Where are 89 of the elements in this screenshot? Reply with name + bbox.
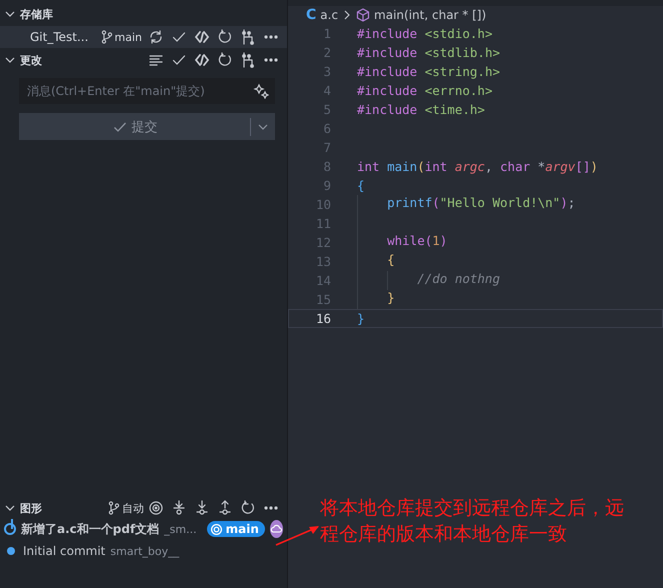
code-arrows-icon[interactable] (194, 52, 210, 68)
graph-tree-icon[interactable] (240, 29, 256, 45)
code-token: } (387, 290, 395, 307)
code-token: ( (424, 233, 432, 250)
code-token: #include (357, 45, 418, 60)
commit-message: 新增了a.c和一个pdf文档 (21, 520, 160, 538)
code-token: ( (432, 195, 440, 212)
code-token: int (357, 159, 381, 174)
line-number: 16 (314, 311, 331, 326)
code-token: { (357, 178, 365, 193)
commit-message-field[interactable]: 消息(Ctrl+Enter 在"main"提交) (19, 78, 275, 104)
code-token: ) (560, 195, 568, 212)
line-number: 14 (314, 273, 331, 288)
line-number: 1 (322, 26, 331, 41)
code-arrows-icon[interactable] (194, 29, 210, 45)
line-number: 2 (322, 45, 331, 60)
code-token: <time.h> (424, 102, 485, 117)
code-token: ( (417, 159, 425, 174)
code-token: argc (454, 159, 485, 174)
line-number: 3 (322, 64, 331, 79)
line-number: 4 (322, 83, 331, 98)
breadcrumb-file[interactable]: a.c (320, 8, 338, 22)
code-token: #include (357, 26, 418, 41)
line-number: 12 (314, 235, 331, 250)
code-token: main (387, 159, 418, 174)
breadcrumb-symbol[interactable]: main(int, char * []) (374, 8, 486, 22)
code-token: 1 (432, 233, 440, 250)
code-token: * (538, 159, 546, 174)
line-number: 10 (314, 197, 331, 212)
pull-icon[interactable] (194, 500, 210, 516)
line-number: 11 (314, 216, 331, 231)
refresh-icon[interactable] (240, 500, 256, 516)
code-token: #include (357, 64, 418, 79)
commit-row[interactable]: 新增了a.c和一个pdf文档 _sm... main (0, 518, 287, 540)
sync-icon[interactable] (148, 29, 164, 45)
code-token: //do nothng (417, 271, 500, 288)
line-number: 7 (322, 140, 331, 155)
refresh-icon[interactable] (217, 52, 233, 68)
section-title: 图形 (20, 500, 43, 516)
commit-row[interactable]: Initial commit smart_boy__ (0, 540, 287, 562)
line-number: 13 (314, 254, 331, 269)
annotation-text: 程仓库的版本和本地仓库一致 (320, 522, 568, 547)
code-token: printf (387, 195, 432, 212)
code-token: <string.h> (424, 64, 500, 79)
mode-label[interactable]: 自动 (122, 500, 144, 516)
annotation-text: 将本地仓库提交到远程仓库之后，远 (320, 496, 624, 521)
sparkle-icon[interactable] (253, 83, 269, 99)
code-token: <stdlib.h> (424, 45, 500, 60)
fetch-icon[interactable] (171, 500, 187, 516)
line-number: 9 (322, 178, 331, 193)
code-token: , (484, 159, 494, 174)
code-token: "Hello World!\n" (440, 195, 560, 212)
branch-name: main (114, 30, 142, 44)
code-token: <stdio.h> (424, 26, 492, 41)
branch-icon (108, 501, 120, 515)
code-token: ; (568, 195, 576, 212)
chevron-icon (342, 10, 352, 20)
section-title: 更改 (20, 52, 43, 68)
branch-badge: main (206, 521, 265, 537)
cube-icon (356, 8, 370, 22)
repository-row[interactable]: Git_Test... main (0, 26, 287, 48)
target-icon[interactable] (148, 500, 164, 516)
refresh-icon[interactable] (217, 29, 233, 45)
commit-author: smart_boy__ (110, 544, 180, 558)
line-number: 6 (322, 121, 331, 136)
code-token: } (357, 311, 365, 326)
code-token: <errno.h> (424, 83, 492, 98)
line-number: 15 (314, 292, 331, 307)
branch-icon (100, 30, 113, 44)
code-token: argv (545, 159, 576, 174)
section-title: 存储库 (20, 6, 54, 22)
line-number: 8 (322, 159, 331, 174)
commit-message: Initial commit (23, 544, 106, 558)
code-token: #include (357, 102, 418, 117)
code-token: { (387, 252, 395, 269)
code-token: ) (440, 233, 448, 250)
push-icon[interactable] (217, 500, 233, 516)
c-file-icon: C (306, 7, 316, 23)
code-token: ) (590, 159, 598, 174)
code-token: while (387, 233, 425, 250)
graph-tree-icon[interactable] (240, 52, 256, 68)
cloud-icon (270, 520, 283, 538)
repository-name: Git_Test... (30, 30, 90, 44)
code-token: [] (575, 159, 590, 174)
code-token: int (424, 159, 448, 174)
line-number: 5 (322, 102, 331, 117)
code-token: #include (357, 83, 418, 98)
code-token: char (500, 159, 532, 174)
commit-author: _sm... (164, 522, 197, 536)
